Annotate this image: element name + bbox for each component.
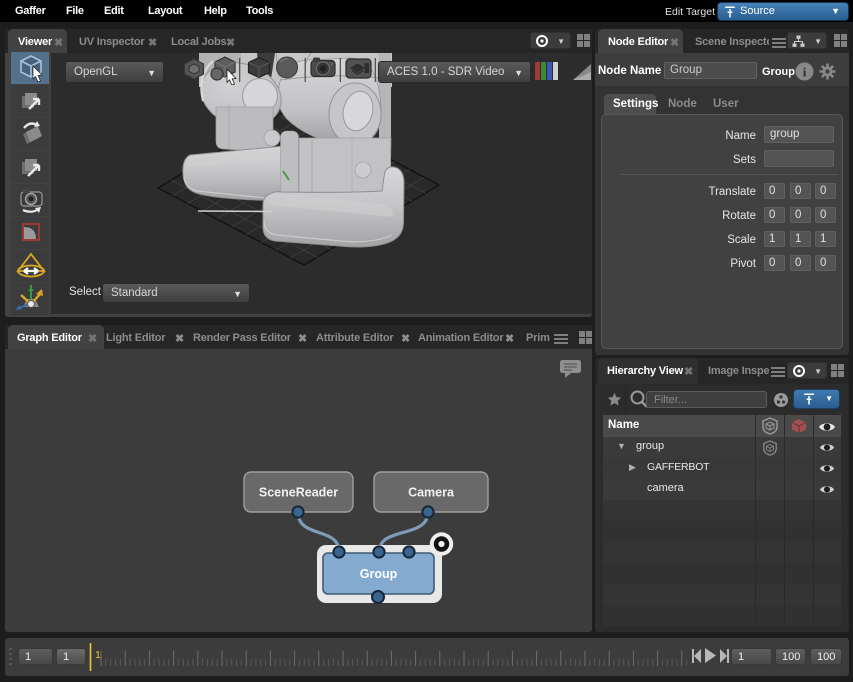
svg-text:1: 1 xyxy=(95,649,101,661)
svg-text:i: i xyxy=(803,65,807,80)
svg-text:Group: Group xyxy=(360,567,398,581)
svg-text:Camera: Camera xyxy=(408,486,455,500)
svg-text:SceneReader: SceneReader xyxy=(259,486,338,500)
